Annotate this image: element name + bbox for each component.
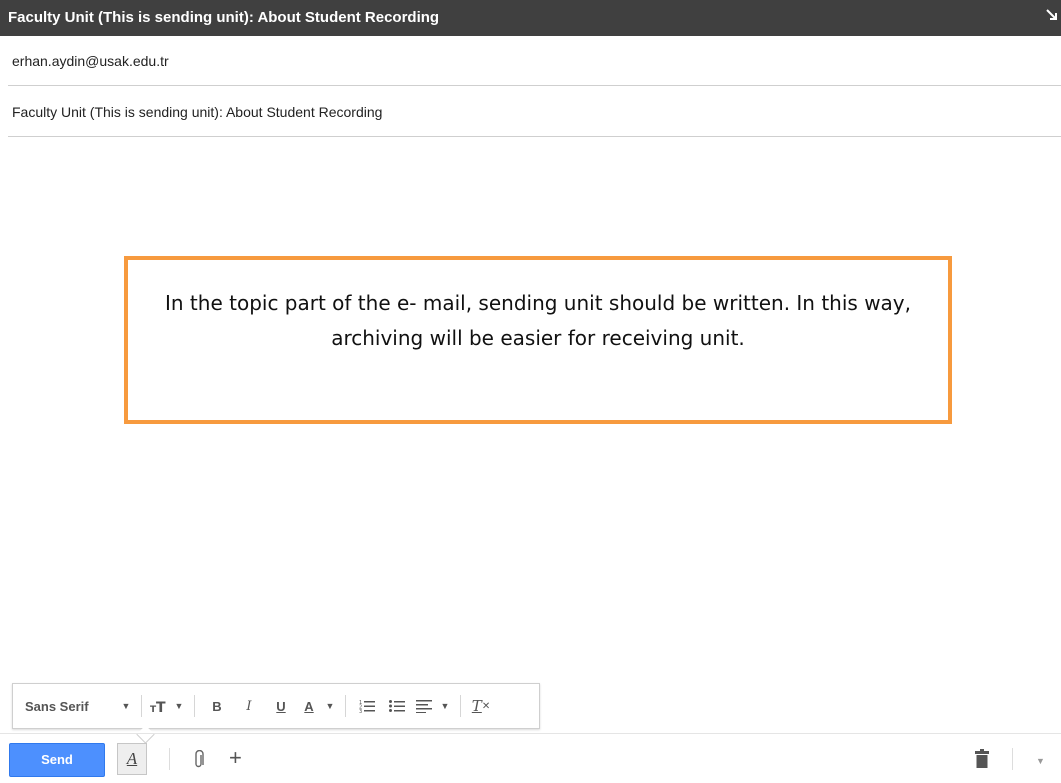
bulleted-list-icon[interactable]	[382, 692, 412, 720]
to-field[interactable]: erhan.aydin@usak.edu.tr	[8, 36, 1061, 86]
plus-icon[interactable]: +	[229, 747, 242, 769]
chevron-down-icon[interactable]: ▼	[1036, 756, 1045, 766]
bold-button[interactable]: B	[201, 692, 233, 720]
toolbar-divider	[194, 695, 195, 717]
subject-text: Faculty Unit (This is sending unit): Abo…	[12, 104, 383, 120]
annotation-callout: In the topic part of the e- mail, sendin…	[124, 256, 952, 424]
toolbar-divider	[460, 695, 461, 717]
action-divider	[169, 748, 170, 770]
formatting-toolbar: Sans Serif ▼ TT ▼ B I U A ▼ 123 ▼ T ✕	[12, 683, 540, 744]
close-icon: ✕	[481, 700, 491, 712]
send-button[interactable]: Send	[9, 743, 105, 777]
trash-icon[interactable]	[974, 749, 990, 769]
paperclip-icon[interactable]	[192, 750, 206, 770]
numbered-list-icon[interactable]: 123	[352, 692, 382, 720]
remove-formatting-label: T	[471, 697, 482, 715]
svg-text:T: T	[156, 700, 166, 713]
align-icon[interactable]	[412, 692, 436, 720]
remove-formatting-button[interactable]: T ✕	[467, 692, 495, 720]
text-color-dropdown-icon[interactable]: ▼	[321, 692, 339, 720]
text-size-dropdown-icon[interactable]: ▼	[170, 692, 188, 720]
to-recipient: erhan.aydin@usak.edu.tr	[12, 53, 169, 69]
compose-window: Faculty Unit (This is sending unit): Abo…	[0, 0, 1061, 783]
formatting-options-button[interactable]: A	[117, 743, 147, 775]
action-divider	[1012, 748, 1013, 770]
toolbar-divider	[345, 695, 346, 717]
align-dropdown-icon[interactable]: ▼	[436, 692, 454, 720]
font-family-select[interactable]: Sans Serif	[25, 692, 117, 720]
underline-button[interactable]: U	[265, 692, 297, 720]
toolbar-divider	[141, 695, 142, 717]
italic-button[interactable]: I	[233, 692, 265, 720]
svg-text:3: 3	[359, 709, 362, 713]
compose-titlebar[interactable]: Faculty Unit (This is sending unit): Abo…	[0, 0, 1061, 36]
text-color-button[interactable]: A	[297, 692, 321, 720]
subject-field[interactable]: Faculty Unit (This is sending unit): Abo…	[8, 87, 1061, 137]
window-title: Faculty Unit (This is sending unit): Abo…	[8, 9, 440, 26]
callout-text: In the topic part of the e- mail, sendin…	[165, 291, 911, 350]
minimize-icon[interactable]	[1045, 8, 1059, 22]
text-size-icon[interactable]: TT	[148, 692, 170, 720]
font-family-dropdown-icon[interactable]: ▼	[117, 692, 135, 720]
compose-action-bar: Send A + ▼	[0, 733, 1061, 783]
